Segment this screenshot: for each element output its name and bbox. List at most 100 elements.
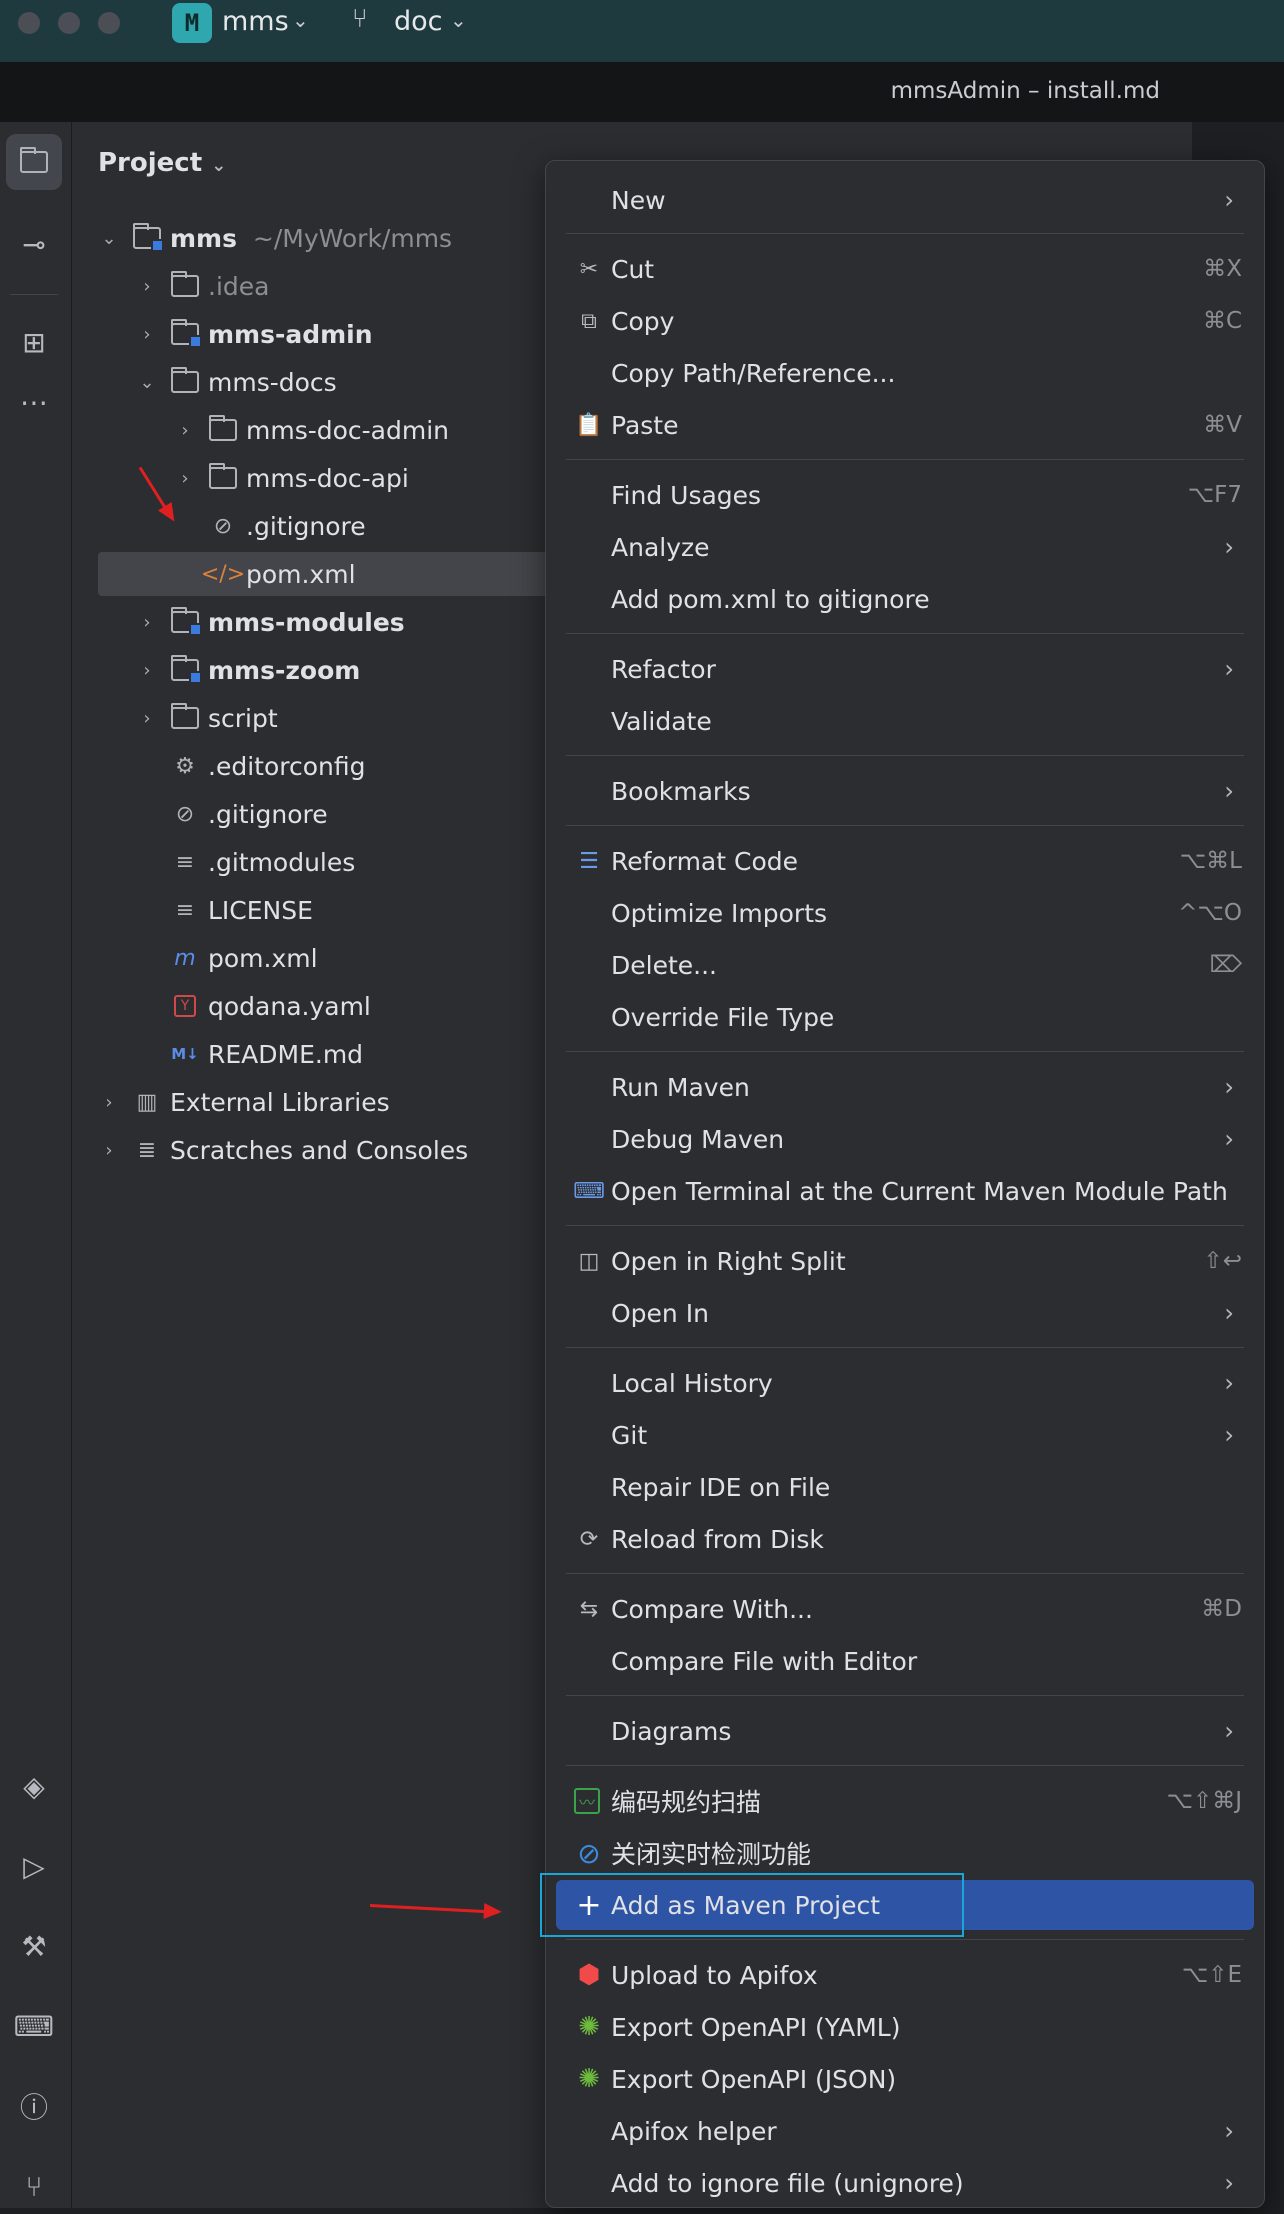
chevron-right-icon: ›: [1224, 2169, 1234, 2197]
tool-window-strip: ⊸ ⊞ ⋯ ◈ ▷ ⚒ ⌨ ⓘ ⑂: [0, 122, 72, 2208]
tree-item-gitmodules[interactable]: ≡ .gitmodules: [98, 840, 618, 884]
chevron-right-icon: ›: [1224, 1421, 1234, 1449]
chevron-right-icon[interactable]: ›: [174, 468, 196, 489]
chevron-right-icon[interactable]: ›: [136, 612, 158, 633]
panel-title[interactable]: Project ⌄: [98, 148, 226, 178]
tree-item-qodana-yaml[interactable]: Y qodana.yaml: [98, 984, 618, 1028]
menu-item-run-maven[interactable]: Run Maven ›: [566, 1062, 1244, 1112]
tree-item-pom-xml-selected[interactable]: </> pom.xml: [98, 552, 618, 596]
tree-item-mms-admin[interactable]: › mms-admin: [98, 312, 618, 356]
menu-item-validate[interactable]: Validate: [566, 696, 1244, 746]
menu-item-disable-realtime-check[interactable]: ⊘ 关闭实时检测功能: [566, 1828, 1244, 1878]
chevron-right-icon: ›: [1224, 186, 1234, 214]
menu-item-override-file-type[interactable]: Override File Type: [566, 992, 1244, 1042]
tree-item-scratches[interactable]: › ≣ Scratches and Consoles: [98, 1128, 618, 1172]
terminal-tool-button[interactable]: ⌨: [6, 1998, 62, 2054]
menu-item-add-to-ignore-file[interactable]: Add to ignore file (unignore) ›: [566, 2158, 1244, 2208]
branch-switcher[interactable]: doc: [394, 6, 443, 37]
menu-item-add-to-gitignore[interactable]: Add pom.xml to gitignore: [566, 574, 1244, 624]
menu-item-add-as-maven-project[interactable]: + Add as Maven Project: [556, 1880, 1254, 1930]
chevron-right-icon[interactable]: ›: [136, 276, 158, 297]
tree-item-mms-docs[interactable]: ⌄ mms-docs: [98, 360, 618, 404]
menu-item-debug-maven[interactable]: Debug Maven ›: [566, 1114, 1244, 1164]
tree-item-readme-md[interactable]: M↓ README.md: [98, 1032, 618, 1076]
menu-item-diagrams[interactable]: Diagrams ›: [566, 1706, 1244, 1756]
tree-item-idea[interactable]: › .idea: [98, 264, 618, 308]
reload-icon: ⟳: [579, 1526, 599, 1552]
library-icon: ▥: [136, 1089, 158, 1115]
git-tool-button[interactable]: ⑂: [6, 2158, 62, 2214]
menu-item-find-usages[interactable]: Find Usages ⌥F7: [566, 470, 1244, 520]
tree-item-license[interactable]: ≡ LICENSE: [98, 888, 618, 932]
menu-item-paste[interactable]: 📋 Paste ⌘V: [566, 400, 1244, 450]
more-tools-button[interactable]: ⋯: [6, 374, 62, 430]
menu-item-export-openapi-yaml[interactable]: ✺ Export OpenAPI (YAML): [566, 2002, 1244, 2052]
menu-item-upload-to-apifox[interactable]: ⬢ Upload to Apifox ⌥⇧E: [566, 1950, 1244, 2000]
terminal-maven-icon: ⌨: [573, 1178, 605, 1204]
run-icon: ▷: [23, 1849, 45, 1883]
build-tool-button[interactable]: ⚒: [6, 1918, 62, 1974]
chevron-down-icon[interactable]: ⌄: [292, 8, 309, 32]
menu-item-local-history[interactable]: Local History ›: [566, 1358, 1244, 1408]
chevron-right-icon[interactable]: ›: [98, 1092, 120, 1113]
project-badge[interactable]: M: [172, 3, 212, 43]
commit-tool-button[interactable]: ⊸: [6, 216, 62, 272]
menu-item-repair-ide[interactable]: Repair IDE on File: [566, 1462, 1244, 1512]
tree-item-mms-modules[interactable]: › mms-modules: [98, 600, 618, 644]
menu-item-optimize-imports[interactable]: Optimize Imports ^⌥O: [566, 888, 1244, 938]
menu-item-new[interactable]: New ›: [566, 175, 1244, 225]
menu-item-export-openapi-json[interactable]: ✺ Export OpenAPI (JSON): [566, 2054, 1244, 2104]
menu-item-refactor[interactable]: Refactor ›: [566, 644, 1244, 694]
problems-icon: ⓘ: [19, 2091, 48, 2124]
hammer-icon: ⚒: [21, 1929, 47, 1963]
chevron-down-icon[interactable]: ⌄: [136, 372, 158, 393]
tree-item-pom-xml-root[interactable]: m pom.xml: [98, 936, 618, 980]
menu-separator: [566, 1225, 1244, 1226]
chevron-right-icon[interactable]: ›: [136, 324, 158, 345]
chevron-right-icon[interactable]: ›: [174, 420, 196, 441]
menu-item-open-in[interactable]: Open In ›: [566, 1288, 1244, 1338]
run-tool-button[interactable]: ▷: [6, 1838, 62, 1894]
tree-item-editorconfig[interactable]: ⚙ .editorconfig: [98, 744, 618, 788]
menu-item-open-in-right-split[interactable]: ◫ Open in Right Split ⇧↩: [566, 1236, 1244, 1286]
chevron-right-icon[interactable]: ›: [98, 1140, 120, 1161]
minimize-window-button[interactable]: [58, 12, 80, 34]
tree-item-external-libraries[interactable]: › ▥ External Libraries: [98, 1080, 618, 1124]
chevron-right-icon[interactable]: ›: [136, 660, 158, 681]
chevron-right-icon[interactable]: ›: [136, 708, 158, 729]
tree-item-script[interactable]: › script: [98, 696, 618, 740]
text-file-icon: ≡: [175, 849, 195, 875]
folder-icon: [208, 463, 238, 493]
menu-item-apifox-helper[interactable]: Apifox helper ›: [566, 2106, 1244, 2156]
tree-item-gitignore[interactable]: ⊘ .gitignore: [98, 792, 618, 836]
menu-item-analyze[interactable]: Analyze ›: [566, 522, 1244, 572]
problems-tool-button[interactable]: ⓘ: [6, 2078, 62, 2134]
plus-icon: +: [576, 1887, 602, 1923]
project-tool-button[interactable]: [6, 134, 62, 190]
chevron-down-icon[interactable]: ⌄: [98, 228, 120, 249]
tree-item-mms-zoom[interactable]: › mms-zoom: [98, 648, 618, 692]
menu-item-open-terminal-maven[interactable]: ⌨ Open Terminal at the Current Maven Modu…: [566, 1166, 1244, 1216]
menu-item-cut[interactable]: ✂ Cut ⌘X: [566, 244, 1244, 294]
close-window-button[interactable]: [18, 12, 40, 34]
chevron-down-icon[interactable]: ⌄: [450, 8, 467, 32]
tree-item-mms-doc-admin[interactable]: › mms-doc-admin: [98, 408, 618, 452]
menu-item-copy[interactable]: ⧉ Copy ⌘C: [566, 296, 1244, 346]
menu-item-code-scan[interactable]: 〰编码规约扫描 ⌥⇧⌘J: [566, 1776, 1244, 1826]
menu-item-delete[interactable]: Delete... ⌦: [566, 940, 1244, 990]
services-tool-button[interactable]: ◈: [6, 1758, 62, 1814]
menu-item-compare-file-with-editor[interactable]: Compare File with Editor: [566, 1636, 1244, 1686]
menu-item-bookmarks[interactable]: Bookmarks ›: [566, 766, 1244, 816]
menu-item-reformat-code[interactable]: ☰ Reformat Code ⌥⌘L: [566, 836, 1244, 886]
project-switcher[interactable]: mms: [222, 6, 289, 37]
tree-item-mms-doc-api[interactable]: › mms-doc-api: [98, 456, 618, 500]
menu-item-git[interactable]: Git ›: [566, 1410, 1244, 1460]
menu-item-reload-from-disk[interactable]: ⟳ Reload from Disk: [566, 1514, 1244, 1564]
chevron-right-icon: ›: [1224, 1717, 1234, 1745]
menu-item-copy-path[interactable]: Copy Path/Reference...: [566, 348, 1244, 398]
structure-tool-button[interactable]: ⊞: [6, 314, 62, 370]
folder-icon: [170, 367, 200, 397]
menu-item-compare-with[interactable]: ⇆ Compare With... ⌘D: [566, 1584, 1244, 1634]
tree-item-mms[interactable]: ⌄ mms ~/MyWork/mms: [98, 216, 618, 260]
zoom-window-button[interactable]: [98, 12, 120, 34]
